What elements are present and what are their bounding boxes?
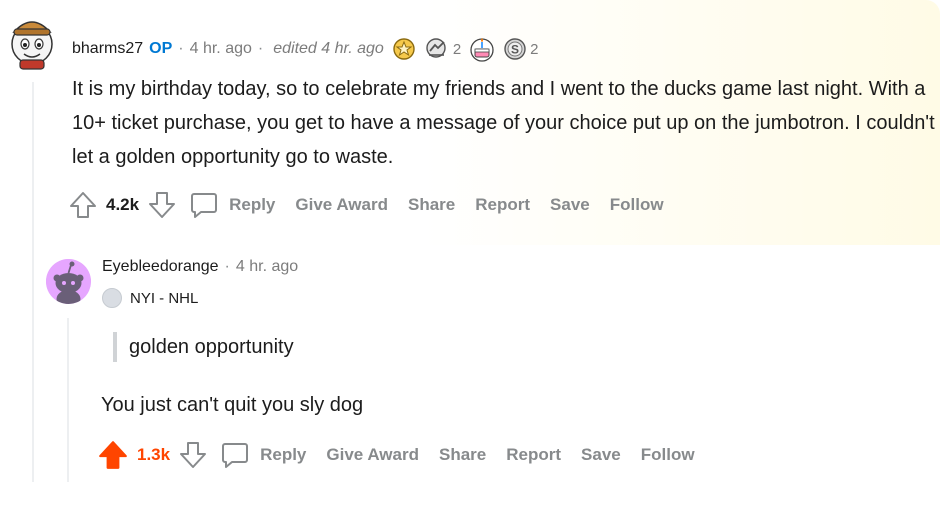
downvote-button[interactable] xyxy=(178,440,208,470)
gold-award-icon xyxy=(393,38,415,60)
give-award-button[interactable]: Give Award xyxy=(326,445,419,465)
blockquote: golden opportunity xyxy=(113,332,294,362)
save-button[interactable]: Save xyxy=(550,195,590,215)
avatar[interactable] xyxy=(46,259,91,304)
downvote-arrow-icon xyxy=(149,192,176,218)
upvote-button[interactable] xyxy=(68,190,98,220)
comment-meta: Eyebleedorange · 4 hr. ago xyxy=(102,258,298,276)
award-helpful[interactable]: 2 xyxy=(424,37,461,61)
give-award-button[interactable]: Give Award xyxy=(295,195,388,215)
save-button[interactable]: Save xyxy=(581,445,621,465)
helpful-award-icon xyxy=(426,38,446,58)
separator-dot: · xyxy=(178,40,184,57)
birthday-cake-award-icon xyxy=(470,38,494,62)
comment-meta: bharms27 OP · 4 hr. ago · edited 4 hr. a… xyxy=(72,36,539,62)
follow-button[interactable]: Follow xyxy=(610,195,664,215)
award-count: 2 xyxy=(452,40,462,58)
edited-label: edited 4 hr. ago xyxy=(273,40,384,57)
op-badge: OP xyxy=(149,40,173,57)
snoo-avatar-icon xyxy=(11,21,53,70)
username[interactable]: Eyebleedorange xyxy=(102,258,219,276)
share-button[interactable]: Share xyxy=(408,195,455,215)
award-silver[interactable]: S 2 xyxy=(503,37,539,61)
reply-button[interactable]: Reply xyxy=(189,190,275,220)
silver-award-icon: S xyxy=(504,38,526,60)
comment-body: It is my birthday today, so to celebrate… xyxy=(72,78,935,168)
separator-dot: · xyxy=(224,258,230,275)
team-logo-icon xyxy=(102,288,122,308)
share-button[interactable]: Share xyxy=(439,445,486,465)
username[interactable]: bharms27 xyxy=(72,40,143,58)
comment-bubble-icon xyxy=(222,443,249,468)
reply-label: Reply xyxy=(260,445,307,464)
report-button[interactable]: Report xyxy=(506,445,561,465)
comment-body: You just can't quit you sly dog xyxy=(101,394,364,416)
timestamp[interactable]: 4 hr. ago xyxy=(236,258,298,276)
comment-actions: 1.3k Reply Give Award Share Report Save … xyxy=(97,439,715,471)
flair-text: NYI - NHL xyxy=(130,289,199,307)
upvote-arrow-icon xyxy=(99,441,127,469)
timestamp[interactable]: 4 hr. ago xyxy=(190,40,252,58)
award-gold[interactable] xyxy=(392,37,416,61)
svg-text:S: S xyxy=(511,43,519,57)
upvote-button[interactable] xyxy=(97,439,129,471)
default-snoo-avatar-icon xyxy=(46,259,91,304)
comment-bubble-icon xyxy=(191,193,218,218)
vote-score: 4.2k xyxy=(106,195,140,214)
thread-line-2[interactable] xyxy=(67,318,69,482)
thread-line-1[interactable] xyxy=(32,82,34,482)
follow-button[interactable]: Follow xyxy=(641,445,695,465)
downvote-arrow-icon xyxy=(180,442,207,468)
avatar[interactable] xyxy=(6,10,58,70)
upvote-arrow-icon xyxy=(70,192,96,218)
award-cake[interactable] xyxy=(469,36,495,62)
award-count: 2 xyxy=(530,40,539,58)
vote-score: 1.3k xyxy=(137,445,171,464)
reply-button[interactable]: Reply xyxy=(220,440,306,470)
separator-dot: · xyxy=(257,40,264,57)
user-flair: NYI - NHL xyxy=(102,288,198,308)
reply-label: Reply xyxy=(229,195,276,214)
downvote-button[interactable] xyxy=(147,190,177,220)
report-button[interactable]: Report xyxy=(475,195,530,215)
comment-actions: 4.2k Reply Give Award Share Report Save … xyxy=(68,190,684,220)
